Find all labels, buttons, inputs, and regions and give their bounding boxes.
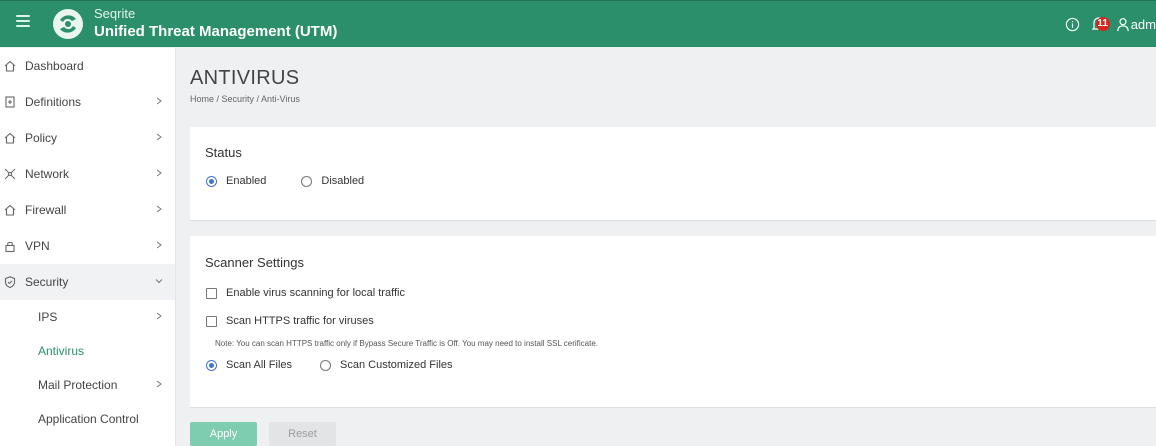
sidebar-item-network[interactable]: Network [0,156,175,192]
local-traffic-checkbox[interactable] [206,287,217,299]
status-card: Status Enabled Disabled [190,127,1156,221]
scanner-card-title: Scanner Settings [205,255,305,270]
sidebar-subitem-label: Application Control [38,412,139,426]
sidebar-subitem-ips[interactable]: IPS [0,300,175,334]
sidebar-nav: Dashboard Definitions Policy Network Fir… [0,48,176,446]
chevron-right-icon [156,97,162,105]
sidebar-subitem-application-control[interactable]: Application Control [0,402,175,436]
chevron-right-icon [156,380,162,388]
local-traffic-label[interactable]: Enable virus scanning for local traffic [226,287,405,299]
brand-name: Seqrite [94,6,136,21]
app-title: Unified Threat Management (UTM) [94,23,338,40]
status-radio-group: Enabled Disabled [206,175,364,187]
enabled-radio[interactable] [206,175,217,187]
home-icon [4,204,16,216]
top-header-bar: Seqrite Unified Threat Management (UTM) … [0,0,1156,47]
scan-all-files-radio[interactable] [206,359,217,371]
breadcrumb[interactable]: Home / Security / Anti-Virus [190,94,300,104]
user-menu-label[interactable]: adm [1131,17,1156,32]
sidebar-item-security[interactable]: Security [0,264,175,300]
sidebar-item-label: Security [25,275,69,289]
sidebar-item-definitions[interactable]: Definitions [0,84,175,120]
notifications-button[interactable]: 11 [1090,14,1112,34]
home-icon [4,60,16,72]
scanner-settings-card: Scanner Settings Enable virus scanning f… [190,236,1156,408]
shield-icon [4,276,16,289]
network-icon [4,168,16,180]
sidebar-subitem-mail-protection[interactable]: Mail Protection [0,368,175,402]
disabled-radio-label[interactable]: Disabled [321,175,364,187]
seqrite-logo [53,9,83,39]
chevron-right-icon [156,169,162,177]
page-title: ANTIVIRUS [190,67,300,89]
sidebar-item-label: Definitions [25,95,82,109]
hamburger-menu-icon[interactable] [16,15,30,27]
sidebar-item-label: Policy [25,131,58,145]
chevron-down-icon [155,279,163,284]
sidebar-item-vpn[interactable]: VPN [0,228,175,264]
lock-icon [5,241,15,253]
info-icon[interactable] [1065,17,1080,32]
notification-badge: 11 [1095,17,1110,31]
sidebar-subitem-label: Mail Protection [38,378,118,392]
sidebar-item-label: Firewall [25,203,67,217]
scan-customized-files-radio[interactable] [320,359,332,371]
enabled-radio-label[interactable]: Enabled [226,175,266,187]
document-icon [5,96,15,108]
header-actions: 11 adm [1065,13,1156,35]
scan-customized-files-label[interactable]: Scan Customized Files [340,359,453,371]
sidebar-item-policy[interactable]: Policy [0,120,175,156]
chevron-right-icon [156,241,162,249]
https-scan-checkbox[interactable] [206,315,217,327]
apply-button[interactable]: Apply [190,422,257,446]
sidebar-item-label: Network [25,167,70,181]
scan-mode-radio-group: Scan All Files Scan Customized Files [206,359,453,371]
sidebar-item-dashboard[interactable]: Dashboard [0,48,175,84]
user-icon[interactable] [1116,17,1130,32]
https-note-text: Note: You can scan HTTPS traffic only if… [215,339,599,348]
home-icon [4,132,16,144]
sidebar-item-label: VPN [25,239,50,253]
https-scan-option: Scan HTTPS traffic for viruses [206,315,374,327]
scan-all-files-label[interactable]: Scan All Files [226,359,292,371]
sidebar-subitem-antivirus[interactable]: Antivirus [0,334,175,368]
status-card-title: Status [205,145,242,160]
chevron-right-icon [156,133,162,141]
local-traffic-option: Enable virus scanning for local traffic [206,287,405,299]
sidebar-subitem-label: IPS [38,310,58,324]
reset-button[interactable]: Reset [269,422,336,446]
sidebar-item-label: Dashboard [25,59,84,73]
chevron-right-icon [156,312,162,320]
sidebar-subitem-label: Antivirus [38,344,85,358]
disabled-radio[interactable] [301,175,313,187]
chevron-right-icon [156,205,162,213]
sidebar-item-firewall[interactable]: Firewall [0,192,175,228]
https-scan-label[interactable]: Scan HTTPS traffic for viruses [226,315,374,327]
